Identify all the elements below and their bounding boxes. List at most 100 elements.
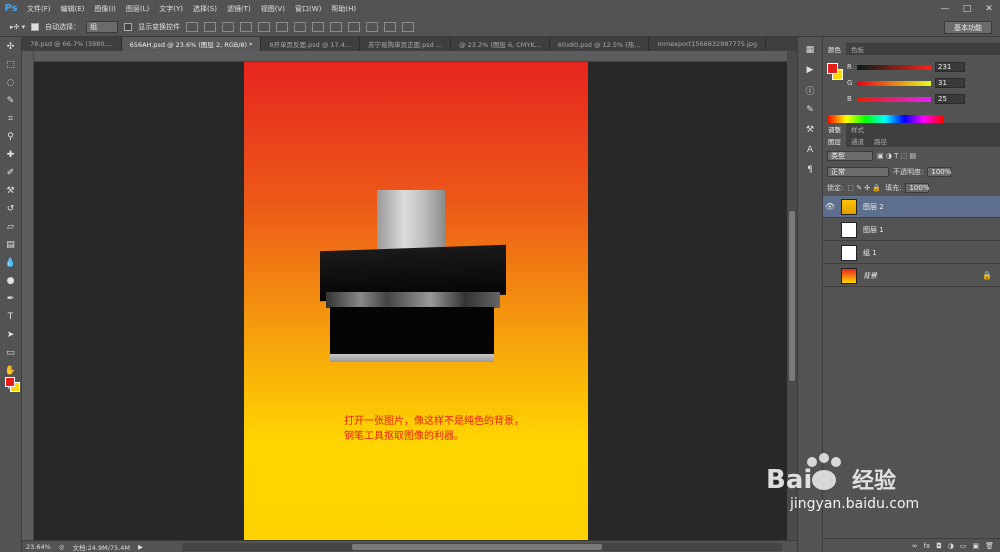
menu-select[interactable]: 选择(S) [188, 4, 222, 14]
distribute-right-icon[interactable] [384, 21, 397, 32]
r-value-input[interactable]: 231 [935, 62, 965, 72]
tab-layers[interactable]: 图层 [823, 135, 846, 147]
align-right-icon[interactable] [276, 21, 289, 32]
layer-name[interactable]: 背景 [863, 271, 877, 281]
r-slider[interactable] [857, 64, 931, 70]
new-layer-icon[interactable]: ▣ [972, 542, 979, 550]
doc-tab[interactable]: 78.psd @ 66.7% (3980,... [22, 37, 122, 51]
maximize-button[interactable]: □ [956, 0, 978, 17]
menu-layer[interactable]: 图层(L) [121, 4, 154, 14]
menu-type[interactable]: 文字(Y) [154, 4, 188, 14]
layer-name[interactable]: 图层 2 [863, 202, 884, 212]
lasso-tool-icon[interactable]: ◌ [2, 75, 20, 91]
g-slider[interactable] [857, 80, 931, 86]
blend-mode-dropdown[interactable]: 正常 [827, 167, 889, 177]
menu-window[interactable]: 窗口(W) [290, 4, 326, 14]
horizontal-scrollbar[interactable] [182, 543, 782, 551]
auto-align-icon[interactable] [402, 21, 415, 32]
eraser-tool-icon[interactable]: ▱ [2, 219, 20, 235]
b-slider[interactable] [857, 96, 931, 102]
visibility-toggle[interactable] [823, 246, 837, 260]
tab-channels[interactable]: 通道 [846, 135, 869, 147]
marquee-tool-icon[interactable]: ⬚ [2, 57, 20, 73]
layer-kind-filter[interactable]: 类型 [827, 151, 873, 161]
crop-tool-icon[interactable]: ⌗ [2, 111, 20, 127]
healing-brush-tool-icon[interactable]: ✚ [2, 147, 20, 163]
clone-stamp-tool-icon[interactable]: ⚒ [2, 183, 20, 199]
history-panel-icon[interactable]: ▦ [802, 43, 818, 57]
actions-panel-icon[interactable]: ▶ [802, 63, 818, 77]
quick-select-tool-icon[interactable]: ✎ [2, 93, 20, 109]
g-value-input[interactable]: 31 [935, 78, 965, 88]
layer-name[interactable]: 图层 1 [863, 225, 884, 235]
align-top-icon[interactable] [186, 21, 199, 32]
layer-row[interactable]: 👁 图层 2 [823, 196, 1000, 218]
doc-tab-active[interactable]: 656AH.psd @ 23.6% (图层 2, RGB/8) * [121, 37, 262, 51]
auto-select-checkbox[interactable] [31, 22, 40, 31]
menu-image[interactable]: 图像(I) [89, 4, 121, 14]
distribute-left-icon[interactable] [348, 21, 361, 32]
status-info-icon[interactable]: ◎ [59, 543, 65, 551]
eye-icon[interactable]: 👁 [823, 200, 837, 214]
auto-select-dropdown[interactable]: 组 [86, 20, 119, 33]
vertical-ruler[interactable] [22, 51, 34, 540]
align-left-icon[interactable] [240, 21, 253, 32]
gradient-tool-icon[interactable]: ▤ [2, 237, 20, 253]
menu-view[interactable]: 视图(V) [256, 4, 290, 14]
visibility-toggle[interactable] [823, 223, 837, 237]
folder-icon[interactable]: ▭ [960, 542, 967, 550]
filter-icons[interactable]: ▣ ◑ T ⬚ ▤ [877, 152, 916, 160]
paragraph-panel-icon[interactable]: ¶ [802, 163, 818, 177]
fill-input[interactable]: 100% [905, 183, 929, 193]
layer-row[interactable]: 背景 🔒 [823, 265, 1000, 287]
shape-tool-icon[interactable]: ▭ [2, 345, 20, 361]
blur-tool-icon[interactable]: 💧 [2, 255, 20, 271]
align-hcenter-icon[interactable] [258, 21, 271, 32]
brush-panel-icon[interactable]: ✎ [802, 103, 818, 117]
brush-tool-icon[interactable]: ✐ [2, 165, 20, 181]
visibility-toggle[interactable] [823, 269, 837, 283]
horizontal-ruler[interactable] [34, 51, 787, 62]
b-value-input[interactable]: 25 [935, 94, 965, 104]
horizontal-scrollbar-thumb[interactable] [352, 544, 602, 550]
document-canvas[interactable]: 打开一张图片，像这样不是纯色的背景， 钢笔工具抠取图像的利器。 [244, 62, 588, 540]
doc-tab[interactable]: 8开单页反面.psd @ 17.4... [261, 37, 361, 51]
close-button[interactable]: ✕ [978, 0, 1000, 17]
color-spectrum-bar[interactable] [827, 115, 943, 123]
workspace-switcher[interactable]: 基本功能 [944, 21, 992, 34]
canvas-area[interactable]: 打开一张图片，像这样不是纯色的背景， 钢笔工具抠取图像的利器。 [34, 62, 787, 540]
status-menu-arrow-icon[interactable]: ▶ [138, 543, 143, 551]
menu-edit[interactable]: 编辑(E) [56, 4, 90, 14]
eyedropper-tool-icon[interactable]: ⚲ [2, 129, 20, 145]
trash-icon[interactable]: 🗑 [985, 542, 994, 550]
minimize-button[interactable]: — [934, 0, 956, 17]
tab-swatches[interactable]: 色板 [846, 43, 869, 55]
doc-tab[interactable]: 60x80.psd @ 12.5% (热... [549, 37, 650, 51]
distribute-bottom-icon[interactable] [330, 21, 343, 32]
opacity-input[interactable]: 100% [927, 167, 951, 177]
layer-name[interactable]: 组 1 [863, 248, 877, 258]
menu-file[interactable]: 文件(F) [22, 4, 56, 14]
info-panel-icon[interactable]: ⓘ [802, 83, 818, 97]
dodge-tool-icon[interactable]: ● [2, 273, 20, 289]
character-panel-icon[interactable]: A [802, 143, 818, 157]
menu-filter[interactable]: 滤镜(T) [222, 4, 256, 14]
tab-adjustments[interactable]: 调整 [823, 123, 846, 135]
tab-styles[interactable]: 样式 [846, 123, 869, 135]
menu-help[interactable]: 帮助(H) [326, 4, 361, 14]
vertical-scrollbar-thumb[interactable] [789, 211, 795, 381]
color-panel-foreground-swatch[interactable] [827, 63, 838, 74]
zoom-level[interactable]: 23.64% [26, 543, 51, 551]
move-tool-icon[interactable]: ▸✣ ▾ [10, 23, 25, 31]
align-bottom-icon[interactable] [222, 21, 235, 32]
align-vcenter-icon[interactable] [204, 21, 217, 32]
show-transform-checkbox[interactable] [124, 22, 133, 31]
doc-tab[interactable]: 苏宁易购单页正面.psd ... [360, 37, 452, 51]
tab-paths[interactable]: 路径 [869, 135, 892, 147]
foreground-color-swatch[interactable] [5, 377, 15, 387]
history-brush-tool-icon[interactable]: ↺ [2, 201, 20, 217]
move-tool-icon[interactable]: ✣ [2, 39, 20, 55]
type-tool-icon[interactable]: T [2, 309, 20, 325]
pen-tool-icon[interactable]: ✒ [2, 291, 20, 307]
lock-icons[interactable]: ⬚ ✎ ✣ 🔒 [847, 184, 881, 192]
